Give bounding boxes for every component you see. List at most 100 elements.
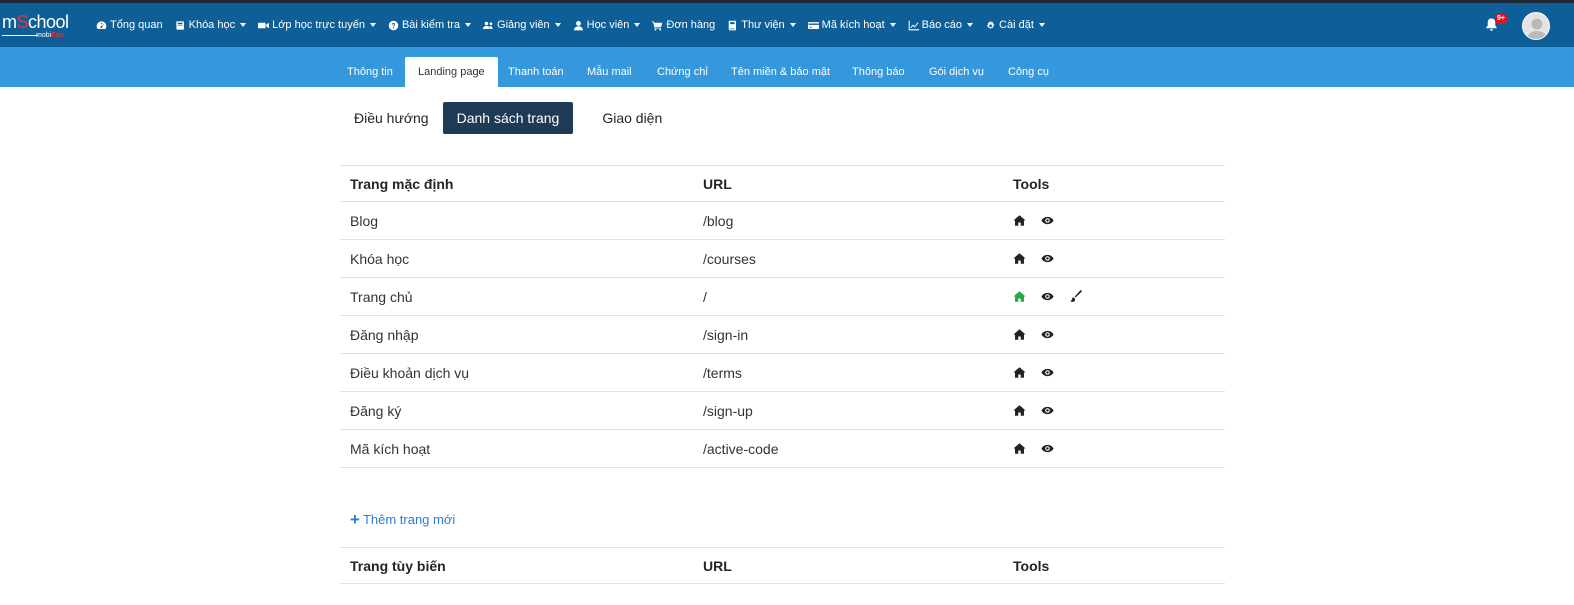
page-name: Trang chủ xyxy=(340,277,693,316)
logo-subtext: mobiEdu xyxy=(36,32,64,39)
nav-item-label: Báo cáo xyxy=(921,19,963,31)
page-name: Đăng ký xyxy=(340,391,693,430)
library-icon xyxy=(727,20,738,31)
table-row: Blog/blog xyxy=(340,201,1225,240)
page-tools xyxy=(1003,201,1225,240)
add-page-label: Thêm trang mới xyxy=(362,512,456,527)
page-url: /sign-in xyxy=(693,315,1003,354)
plus-icon: + xyxy=(350,509,360,529)
eye-icon[interactable] xyxy=(1041,404,1055,418)
nav-item-2[interactable]: Lớp học trực tuyến xyxy=(258,19,376,31)
page-tools xyxy=(1003,277,1225,316)
table-header-row: Trang tùy biến URL Tools xyxy=(340,547,1225,584)
caret-down-icon xyxy=(554,23,561,27)
eye-icon[interactable] xyxy=(1041,328,1055,342)
pill-giao-dien[interactable]: Giao diện xyxy=(588,102,676,134)
nav-item-3[interactable]: Bài kiểm tra xyxy=(388,19,472,31)
tab-thong-bao[interactable]: Thông báo xyxy=(852,57,905,87)
caret-down-icon xyxy=(889,23,896,27)
user-icon xyxy=(573,20,584,31)
logo-wordmark: mSchool xyxy=(2,12,69,32)
page-tools xyxy=(1003,429,1225,468)
table-row: Đăng nhập/sign-in xyxy=(340,315,1225,354)
page-name: Đăng nhập xyxy=(340,315,693,354)
eye-icon[interactable] xyxy=(1041,252,1055,266)
eye-icon[interactable] xyxy=(1041,442,1055,456)
nav-item-label: Giảng viên xyxy=(497,19,550,31)
tab-ten-mien-bao-mat[interactable]: Tên miền & bảo mật xyxy=(731,57,830,87)
notification-badge: 9+ xyxy=(1495,14,1507,24)
nav-item-label: Lớp học trực tuyến xyxy=(272,19,365,31)
nav-item-label: Tổng quan xyxy=(110,19,163,31)
page-name: Khóa học xyxy=(340,239,693,278)
nav-item-0[interactable]: Tổng quan xyxy=(96,19,163,31)
caret-down-icon xyxy=(369,23,376,27)
caret-down-icon xyxy=(1038,23,1045,27)
page-tools xyxy=(1003,353,1225,392)
caret-down-icon xyxy=(465,23,472,27)
logo-underline xyxy=(2,35,38,36)
page-url: /courses xyxy=(693,239,1003,278)
tab-thanh-toan[interactable]: Thanh toán xyxy=(508,57,564,87)
tab-chung-chi[interactable]: Chứng chỉ xyxy=(657,57,708,87)
default-pages-table: Trang mặc định URL Tools Blog/blog Khóa h… xyxy=(340,165,1225,468)
eye-icon[interactable] xyxy=(1041,366,1055,380)
tab-goi-dich-vu[interactable]: Gói dịch vụ xyxy=(929,57,984,87)
add-page-link[interactable]: + Thêm trang mới xyxy=(350,509,456,529)
page-name: Mã kích hoạt xyxy=(340,429,693,468)
page-url: /sign-up xyxy=(693,391,1003,430)
home-icon[interactable] xyxy=(1013,328,1027,342)
table-row: Mã kích hoạt/active-code xyxy=(340,429,1225,468)
chart-icon xyxy=(908,20,919,31)
card-icon xyxy=(807,20,819,31)
home-icon[interactable] xyxy=(1013,442,1027,456)
caret-down-icon xyxy=(240,23,247,27)
cart-icon xyxy=(652,20,663,31)
home-icon[interactable] xyxy=(1013,252,1027,266)
users-icon xyxy=(483,20,494,31)
nav-item-10[interactable]: Cài đặt xyxy=(985,19,1045,31)
brand-logo[interactable]: mSchool mobiEdu xyxy=(2,13,82,41)
page-tools xyxy=(1003,239,1225,278)
caret-down-icon xyxy=(634,23,641,27)
landing-page-pills: Điều hướng Danh sách trang Giao diện xyxy=(340,102,676,134)
nav-item-7[interactable]: Thư viện xyxy=(727,19,796,31)
nav-item-label: Bài kiểm tra xyxy=(401,19,461,31)
header-url: URL xyxy=(693,165,1003,202)
nav-item-8[interactable]: Mã kích hoạt xyxy=(807,19,896,31)
tab-thong-tin[interactable]: Thông tin xyxy=(347,57,393,87)
question-circle-icon xyxy=(388,20,399,31)
page-url: /blog xyxy=(693,201,1003,240)
home-icon[interactable] xyxy=(1013,366,1027,380)
page-url: /terms xyxy=(693,353,1003,392)
eye-icon[interactable] xyxy=(1041,214,1055,228)
user-avatar[interactable] xyxy=(1522,12,1550,40)
paint-brush-icon[interactable] xyxy=(1069,289,1083,304)
nav-item-5[interactable]: Học viên xyxy=(573,19,641,31)
tab-landing-page[interactable]: Landing page xyxy=(405,57,498,87)
pill-dieu-huong[interactable]: Điều hướng xyxy=(340,102,443,134)
page-tools xyxy=(1003,315,1225,354)
tab-mau-mail[interactable]: Mẫu mail xyxy=(587,57,632,87)
eye-icon[interactable] xyxy=(1041,290,1055,304)
caret-down-icon xyxy=(967,23,974,27)
nav-item-9[interactable]: Báo cáo xyxy=(908,19,974,31)
table-row: Khóa học/courses xyxy=(340,239,1225,278)
caret-down-icon xyxy=(789,23,796,27)
tab-cong-cu[interactable]: Công cụ xyxy=(1008,57,1049,87)
home-icon[interactable] xyxy=(1013,290,1027,304)
home-icon[interactable] xyxy=(1013,404,1027,418)
nav-item-6[interactable]: Đơn hàng xyxy=(652,19,715,31)
nav-item-4[interactable]: Giảng viên xyxy=(483,19,561,31)
nav-item-label: Mã kích hoạt xyxy=(821,19,885,31)
cogs-icon xyxy=(985,20,996,31)
main-menu: Tổng quan Khóa học Lớp học trực tuyến Bài k… xyxy=(96,3,1057,47)
header-custom-url: URL xyxy=(693,547,1003,584)
nav-item-label: Khóa học xyxy=(188,19,236,31)
custom-pages-table: Trang tùy biến URL Tools xyxy=(340,547,1225,584)
pill-danh-sach-trang[interactable]: Danh sách trang xyxy=(442,102,574,134)
nav-item-1[interactable]: Khóa học xyxy=(175,19,247,31)
page-name: Điều khoản dịch vụ xyxy=(340,353,693,392)
home-icon[interactable] xyxy=(1013,214,1027,228)
top-navbar: mSchool mobiEdu Tổng quan Khóa học Lớp học… xyxy=(0,3,1574,47)
